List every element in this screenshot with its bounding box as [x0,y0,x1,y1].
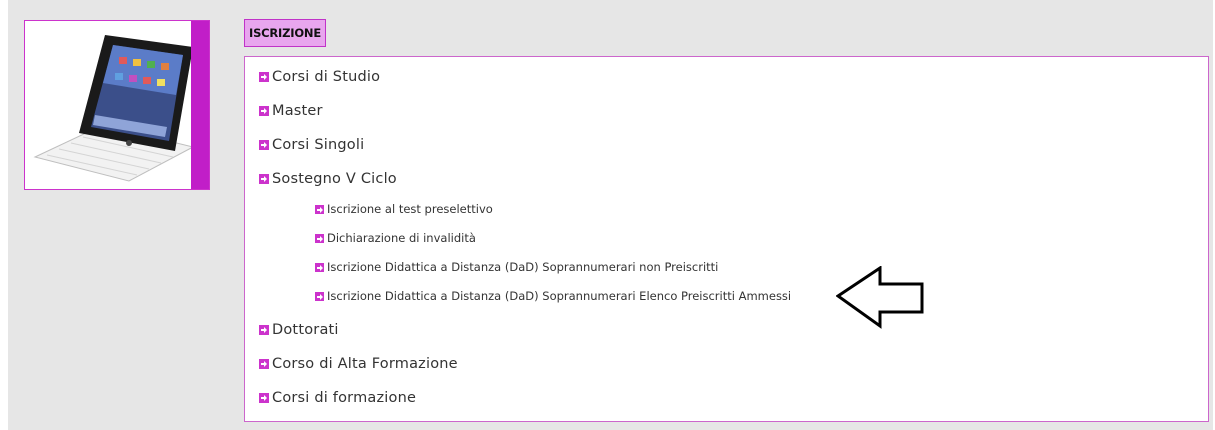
menu-item-label: Master [272,103,323,119]
submenu-item-label: Iscrizione Didattica a Distanza (DaD) So… [327,289,792,303]
arrow-right-square-icon [315,233,324,243]
tablet-keyboard-image [33,35,193,182]
menu-item-dottorati[interactable]: Dottorati [259,322,339,338]
left-arrow-outline-icon [836,266,924,329]
menu-item-sostegno-v-ciclo[interactable]: Sostegno V Ciclo [259,171,397,187]
menu-item-corsi-di-formazione[interactable]: Corsi di formazione [259,390,416,406]
tab-iscrizione[interactable]: ISCRIZIONE [244,19,327,47]
menu-item-alta-formazione[interactable]: Corso di Alta Formazione [259,356,458,372]
menu-item-label: Sostegno V Ciclo [272,171,397,187]
arrow-right-square-icon [315,262,324,272]
accent-stripe [191,21,209,189]
arrow-right-square-icon [259,106,269,116]
menu-list: Corsi di Studio Master Corsi Singoli Sos… [244,56,1209,422]
menu-item-label: Corsi di formazione [272,390,417,406]
submenu-item-dad-preiscritti-ammessi[interactable]: Iscrizione Didattica a Distanza (DaD) So… [315,289,791,303]
submenu-item-label: Dichiarazione di invalidità [327,231,476,245]
submenu-item-label: Iscrizione al test preselettivo [327,202,493,216]
submenu-item-dichiarazione-invalidita[interactable]: Dichiarazione di invalidità [315,231,476,245]
submenu-item-dad-non-preiscritti[interactable]: Iscrizione Didattica a Distanza (DaD) So… [315,260,718,274]
menu-item-label: Dottorati [272,322,339,338]
menu-item-label: Corsi Singoli [272,137,365,153]
menu-item-master[interactable]: Master [259,103,323,119]
arrow-right-square-icon [259,325,269,335]
menu-item-label: Corso di Alta Formazione [272,356,458,372]
menu-item-corsi-singoli[interactable]: Corsi Singoli [259,137,364,153]
submenu-item-label: Iscrizione Didattica a Distanza (DaD) So… [327,260,719,274]
menu-item-label: Corsi di Studio [272,69,381,85]
arrow-right-square-icon [315,291,324,301]
arrow-right-square-icon [259,359,269,369]
section-image-card [24,20,210,190]
arrow-right-square-icon [259,174,269,184]
submenu-item-test-preselettivo[interactable]: Iscrizione al test preselettivo [315,202,493,216]
arrow-right-square-icon [259,72,269,82]
arrow-right-square-icon [259,393,269,403]
arrow-right-square-icon [315,204,324,214]
arrow-right-square-icon [259,140,269,150]
menu-item-corsi-di-studio[interactable]: Corsi di Studio [259,69,380,85]
